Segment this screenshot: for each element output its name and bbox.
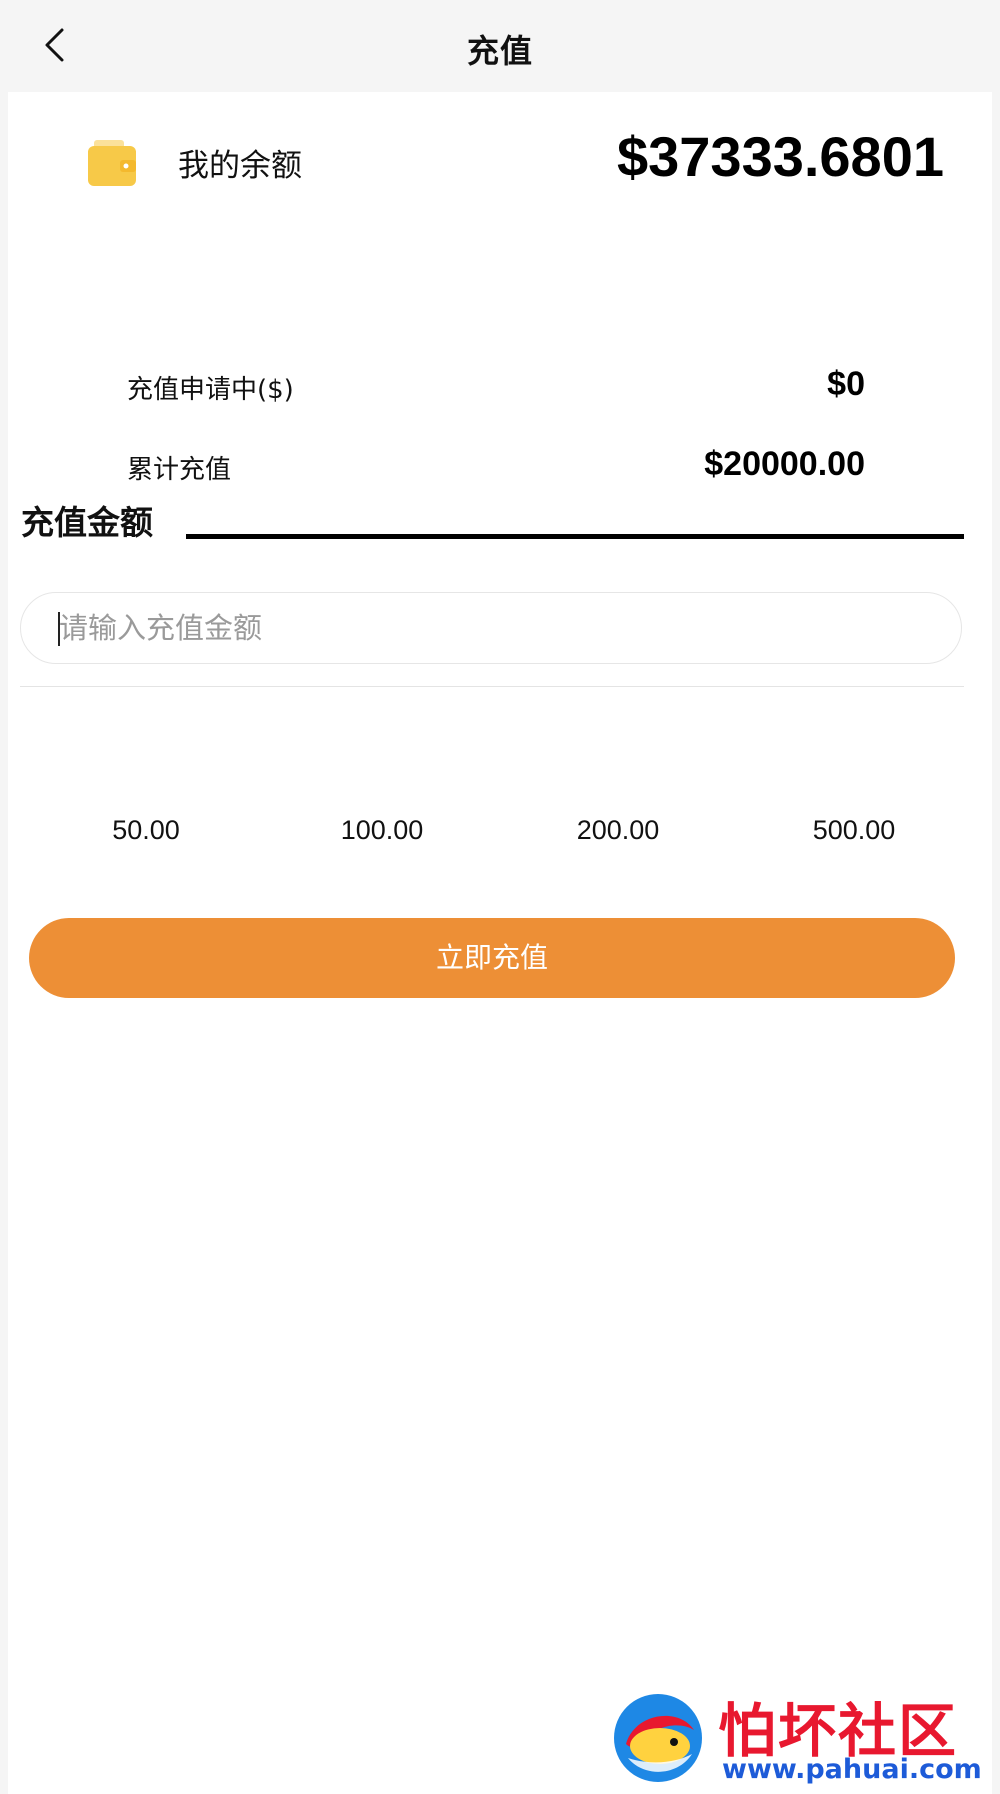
recharge-amount-title: 充值金额 bbox=[21, 503, 153, 542]
divider bbox=[20, 686, 964, 687]
watermark-url: www.pahuai.com bbox=[722, 1754, 982, 1785]
pending-recharge-label: 充值申请中($) bbox=[127, 375, 294, 405]
balance-label: 我的余额 bbox=[178, 148, 302, 184]
watermark-logo-icon bbox=[614, 1694, 702, 1782]
total-recharge-row: 累计充值 $20000.00 bbox=[127, 445, 865, 489]
pending-recharge-value: $0 bbox=[827, 365, 865, 403]
recharge-now-button[interactable]: 立即充值 bbox=[29, 918, 955, 998]
preset-amount-200[interactable]: 200.00 bbox=[500, 800, 736, 860]
wallet-icon bbox=[88, 140, 136, 186]
top-bar: 充值 bbox=[0, 0, 1000, 92]
balance-value: $37333.6801 bbox=[616, 125, 944, 188]
pending-recharge-row: 充值申请中($) $0 bbox=[127, 365, 865, 409]
total-recharge-label: 累计充值 bbox=[127, 455, 232, 485]
section-underline bbox=[186, 534, 964, 539]
watermark: 怕坏社区 www.pahuai.com bbox=[600, 1680, 990, 1794]
preset-amount-50[interactable]: 50.00 bbox=[28, 800, 264, 860]
page-title: 充值 bbox=[466, 32, 533, 70]
total-recharge-value: $20000.00 bbox=[704, 445, 865, 483]
preset-amount-100[interactable]: 100.00 bbox=[264, 800, 500, 860]
recharge-amount-input[interactable] bbox=[20, 592, 962, 664]
text-cursor bbox=[58, 612, 60, 646]
preset-amount-500[interactable]: 500.00 bbox=[736, 800, 972, 860]
